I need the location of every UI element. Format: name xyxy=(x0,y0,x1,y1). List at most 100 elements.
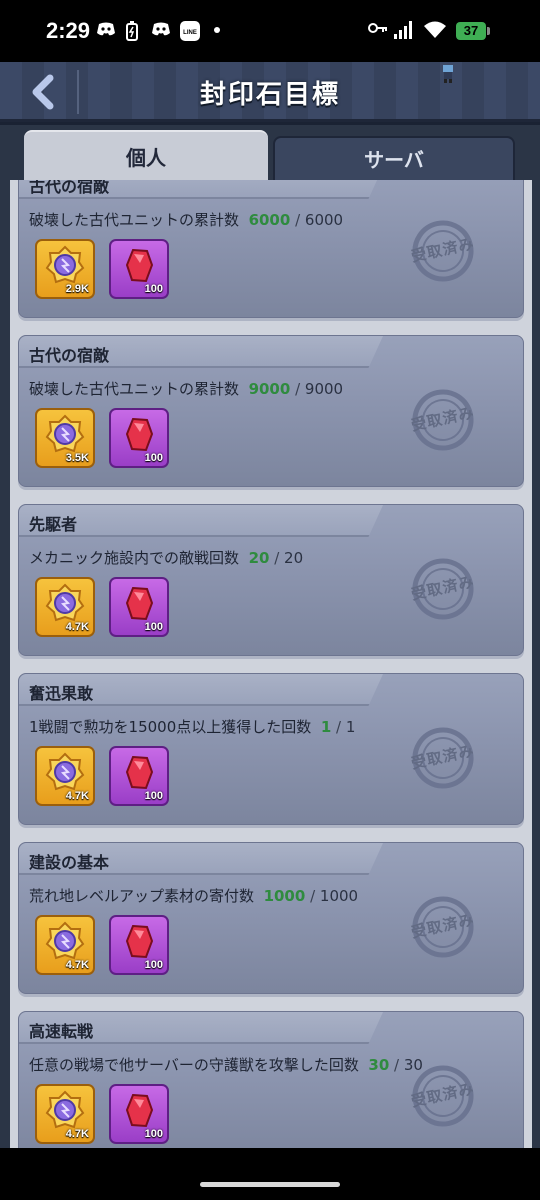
progress-current: 6000 xyxy=(248,211,291,229)
key-icon xyxy=(368,21,388,39)
progress-separator: / xyxy=(269,549,285,567)
mission-card: 古代の宿敵 破壊した古代ユニットの累計数 6000 / 6000 2.9K 10… xyxy=(18,180,524,318)
mission-desc-text: 1戦闘で勲功を15000点以上獲得した回数 xyxy=(29,718,312,736)
progress-total: 1 xyxy=(345,718,356,736)
reward-quantity: 4.7K xyxy=(65,959,89,971)
mission-card: 高速転戦 任意の戦場で他サーバーの守護獣を攻撃した回数 30 / 30 4.7K… xyxy=(18,1011,524,1148)
red-gem-icon xyxy=(125,924,154,959)
mission-title: 先駆者 xyxy=(29,515,78,534)
signal-icon xyxy=(394,21,414,43)
mission-card: 先駆者 メカニック施設内での敵戦回数 20 / 20 4.7K 100 受取済み xyxy=(18,504,524,656)
progress-total: 20 xyxy=(284,549,304,567)
reward-red-gem[interactable]: 100 xyxy=(109,746,169,806)
mission-title: 奮迅果敢 xyxy=(29,684,94,703)
seal-stone-icon xyxy=(45,245,85,284)
page-title: 封印石目標 xyxy=(199,80,340,110)
tab-server[interactable]: サーバ xyxy=(273,136,515,182)
reward-seal-stone[interactable]: 4.7K xyxy=(35,915,95,975)
mission-card: 奮迅果敢 1戦闘で勲功を15000点以上獲得した回数 1 / 1 4.7K 10… xyxy=(18,673,524,825)
reward-seal-stone[interactable]: 2.9K xyxy=(35,239,95,299)
reward-quantity: 100 xyxy=(144,1128,163,1140)
mission-desc-text: 破壊した古代ユニットの累計数 xyxy=(29,211,240,229)
svg-text:LINE: LINE xyxy=(183,30,197,36)
battery-saver-icon xyxy=(126,21,138,45)
claimed-stamp: 受取済み xyxy=(391,379,494,461)
status-time: 2:29 xyxy=(46,18,91,43)
progress-current: 20 xyxy=(248,549,270,567)
progress-current: 1000 xyxy=(263,887,306,905)
progress-separator: / xyxy=(305,887,320,905)
reward-seal-stone[interactable]: 4.7K xyxy=(35,577,95,637)
reward-quantity: 100 xyxy=(144,959,163,971)
mission-desc-text: 破壊した古代ユニットの累計数 xyxy=(29,380,240,398)
seal-stone-icon xyxy=(45,1090,85,1129)
mission-desc-text: メカニック施設内での敵戦回数 xyxy=(29,549,240,567)
character-sprite-icon xyxy=(438,64,458,84)
mission-card: 建設の基本 荒れ地レベルアップ素材の寄付数 1000 / 1000 4.7K 1… xyxy=(18,842,524,994)
mission-description: 破壊した古代ユニットの累計数 6000 / 6000 xyxy=(29,209,343,230)
reward-seal-stone[interactable]: 3.5K xyxy=(35,408,95,468)
reward-red-gem[interactable]: 100 xyxy=(109,915,169,975)
reward-quantity: 100 xyxy=(144,790,163,802)
mission-title: 高速転戦 xyxy=(29,1022,94,1041)
mission-title: 古代の宿敵 xyxy=(29,180,110,196)
progress-separator: / xyxy=(290,211,305,229)
mission-description: 荒れ地レベルアップ素材の寄付数 1000 / 1000 xyxy=(29,885,358,906)
progress-current: 9000 xyxy=(248,380,291,398)
battery-indicator: 37 xyxy=(456,22,486,40)
reward-quantity: 3.5K xyxy=(65,452,89,464)
mission-description: 任意の戦場で他サーバーの守護獣を攻撃した回数 30 / 30 xyxy=(29,1054,423,1075)
reward-quantity: 100 xyxy=(144,621,163,633)
seal-stone-icon xyxy=(45,921,85,960)
claimed-stamp: 受取済み xyxy=(391,886,494,968)
progress-total: 9000 xyxy=(304,380,344,398)
progress-total: 6000 xyxy=(304,211,344,229)
reward-seal-stone[interactable]: 4.7K xyxy=(35,1084,95,1144)
mission-description: 1戦闘で勲功を15000点以上獲得した回数 1 / 1 xyxy=(29,716,355,737)
mission-description: メカニック施設内での敵戦回数 20 / 20 xyxy=(29,547,303,568)
header: 封印石目標 xyxy=(0,62,540,122)
discord-icon xyxy=(151,21,171,41)
seal-stone-icon xyxy=(45,583,85,622)
mission-desc-text: 任意の戦場で他サーバーの守護獣を攻撃した回数 xyxy=(29,1056,359,1074)
reward-seal-stone[interactable]: 4.7K xyxy=(35,746,95,806)
dot-icon xyxy=(214,22,220,37)
mission-description: 破壊した古代ユニットの累計数 9000 / 9000 xyxy=(29,378,343,399)
red-gem-icon xyxy=(125,417,154,452)
home-indicator[interactable] xyxy=(200,1182,340,1187)
reward-quantity: 4.7K xyxy=(65,1128,89,1140)
progress-current: 30 xyxy=(368,1056,390,1074)
claimed-stamp: 受取済み xyxy=(391,548,494,630)
reward-red-gem[interactable]: 100 xyxy=(109,1084,169,1144)
mission-card: 古代の宿敵 破壊した古代ユニットの累計数 9000 / 9000 3.5K 10… xyxy=(18,335,524,487)
reward-red-gem[interactable]: 100 xyxy=(109,408,169,468)
progress-total: 1000 xyxy=(319,887,359,905)
red-gem-icon xyxy=(125,586,154,621)
mission-list[interactable]: 古代の宿敵 破壊した古代ユニットの累計数 6000 / 6000 2.9K 10… xyxy=(10,180,532,1148)
battery-tip xyxy=(487,27,490,35)
mission-title: 古代の宿敵 xyxy=(29,346,110,365)
seal-stone-icon xyxy=(45,752,85,791)
discord-icon xyxy=(96,21,116,41)
line-icon: LINE xyxy=(180,21,200,45)
progress-current: 1 xyxy=(320,718,332,736)
red-gem-icon xyxy=(125,1093,154,1128)
tab-personal[interactable]: 個人 xyxy=(24,130,268,182)
mission-title: 建設の基本 xyxy=(29,853,110,872)
red-gem-icon xyxy=(125,248,154,283)
seal-stone-icon xyxy=(45,414,85,453)
system-nav-bar xyxy=(0,1148,540,1200)
claimed-stamp: 受取済み xyxy=(391,717,494,799)
progress-separator: / xyxy=(331,718,346,736)
reward-quantity: 2.9K xyxy=(65,283,89,295)
progress-separator: / xyxy=(290,380,305,398)
claimed-stamp: 受取済み xyxy=(391,210,494,292)
status-bar: 2:29 LINE 37 xyxy=(0,0,540,62)
reward-quantity: 100 xyxy=(144,452,163,464)
reward-red-gem[interactable]: 100 xyxy=(109,239,169,299)
reward-quantity: 100 xyxy=(144,283,163,295)
mission-desc-text: 荒れ地レベルアップ素材の寄付数 xyxy=(29,887,255,905)
reward-quantity: 4.7K xyxy=(65,790,89,802)
reward-red-gem[interactable]: 100 xyxy=(109,577,169,637)
wifi-icon xyxy=(424,21,446,43)
